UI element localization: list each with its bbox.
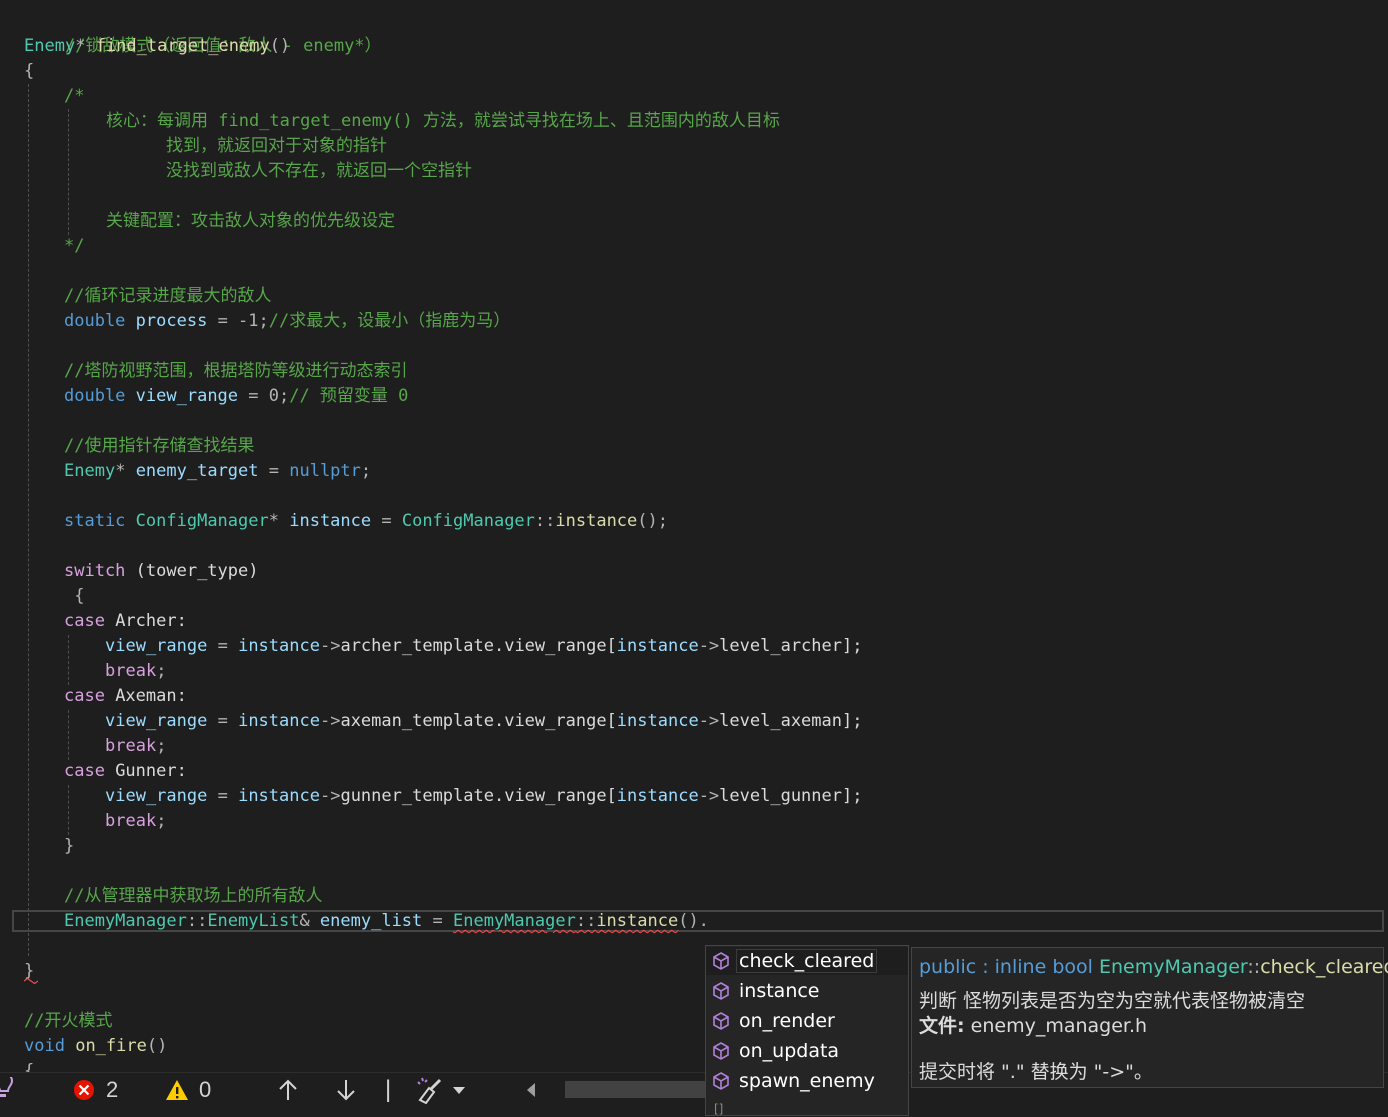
arrow-up-icon[interactable]: [277, 1073, 299, 1107]
indent-guide: [28, 84, 29, 956]
completion-item[interactable]: on_render: [706, 1007, 908, 1035]
code-line[interactable]: case Gunner:: [64, 759, 187, 784]
code-line[interactable]: case Archer:: [64, 609, 187, 634]
code-line[interactable]: //塔防视野范围，根据塔防等级进行动态索引: [64, 359, 407, 384]
code-line[interactable]: {: [64, 584, 84, 609]
completion-item-label: spawn_enemy: [739, 1070, 875, 1092]
code-line[interactable]: break;: [105, 734, 166, 759]
code-line[interactable]: */: [64, 234, 84, 259]
indent-guide: [68, 785, 69, 835]
completion-item-label: on_render: [739, 1010, 835, 1032]
method-cube-icon: [713, 952, 729, 970]
function-name: find_target_enemy: [95, 36, 270, 56]
code-line[interactable]: switch (tower_type): [64, 559, 258, 584]
signature-line: public : inline bool EnemyManager::check…: [919, 956, 1388, 978]
quick-info-tooltip: public : inline bool EnemyManager::check…: [911, 947, 1388, 1088]
code-line[interactable]: //使用指针存储查找结果: [64, 434, 254, 459]
indent-guide: [68, 635, 69, 685]
code-line[interactable]: //开火模式: [24, 1009, 112, 1034]
code-line[interactable]: double process = -1;//求最大，设最小（指鹿为马）: [64, 309, 510, 334]
code-line[interactable]: view_range = instance->axeman_template.v…: [105, 709, 862, 734]
intellisense-completion-list[interactable]: check_cleared instance on_render on_updatas…: [705, 945, 909, 1116]
code-line[interactable]: //锁敌模式（返回值：敌人 - enemy*）: [24, 9, 382, 56]
error-squiggle: EnemyManager::instance: [453, 911, 679, 931]
warning-count-button[interactable]: 0: [165, 1073, 211, 1107]
code-line[interactable]: Enemy* enemy_target = nullptr;: [64, 459, 371, 484]
horizontal-scrollbar-thumb[interactable]: [565, 1081, 715, 1098]
code-line[interactable]: 核心：每调用 find_target_enemy() 方法，就尝试寻找在场上、且…: [106, 109, 780, 134]
code-line[interactable]: 关键配置：攻击敌人对象的优先级设定: [106, 209, 395, 234]
code-line[interactable]: //从管理器中获取场上的所有敌人: [64, 884, 322, 909]
completion-item[interactable]: check_cleared: [706, 947, 908, 975]
code-line[interactable]: view_range = instance->archer_template.v…: [105, 634, 862, 659]
code-line[interactable]: break;: [105, 659, 166, 684]
completion-item-label: on_updata: [739, 1040, 840, 1062]
completion-item[interactable]: spawn_enemy: [706, 1067, 908, 1095]
code-line[interactable]: {: [24, 59, 34, 84]
completion-filter-footer[interactable]: []: [714, 1102, 723, 1116]
method-cube-icon: [713, 1042, 729, 1060]
code-line-current[interactable]: EnemyManager::EnemyList& enemy_list = En…: [64, 909, 709, 934]
code-line[interactable]: view_range = instance->gunner_template.v…: [105, 784, 862, 809]
code-editor[interactable]: //锁敌模式（返回值：敌人 - enemy*） Enemy* find_targ…: [0, 0, 1388, 1072]
error-squiggle: [24, 978, 38, 984]
code-line[interactable]: 找到，就返回对于对象的指针: [166, 134, 387, 159]
code-line[interactable]: static ConfigManager* instance = ConfigM…: [64, 509, 668, 534]
toolbar-separator: |: [385, 1076, 392, 1103]
warning-count: 0: [199, 1077, 212, 1102]
code-line[interactable]: 没找到或敌人不存在，就返回一个空指针: [166, 159, 472, 184]
code-line[interactable]: }: [64, 834, 74, 859]
code-line[interactable]: /*: [64, 84, 84, 109]
commit-hint: 提交时将 "." 替换为 "->"。: [919, 1061, 1153, 1083]
lightbulb-icon[interactable]: [0, 1073, 14, 1107]
type-enemy: Enemy: [24, 36, 76, 56]
method-cube-icon: [713, 1072, 729, 1090]
code-line[interactable]: //循环记录进度最大的敌人: [64, 284, 271, 309]
warning-icon: [166, 1080, 188, 1100]
method-description: 判断 怪物列表是否为空为空就代表怪物被清空: [919, 990, 1306, 1012]
method-cube-icon: [713, 982, 729, 1000]
code-line[interactable]: {: [24, 1059, 34, 1072]
code-cleanup-button[interactable]: [416, 1073, 466, 1107]
completion-item-label: instance: [739, 980, 820, 1002]
method-cube-icon: [713, 1012, 729, 1030]
scroll-left-icon[interactable]: [524, 1073, 538, 1107]
code-line[interactable]: case Axeman:: [64, 684, 187, 709]
error-count: 2: [106, 1077, 119, 1102]
indent-guide: [68, 710, 69, 760]
code-line[interactable]: break;: [105, 809, 166, 834]
completion-item[interactable]: on_updata: [706, 1037, 908, 1065]
code-line[interactable]: Enemy* find_target_enemy(): [24, 34, 290, 59]
completion-item-label: check_cleared: [735, 949, 878, 973]
error-count-button[interactable]: 2: [72, 1073, 118, 1107]
code-line[interactable]: double view_range = 0;// 预留变量 0: [64, 384, 408, 409]
error-icon: [74, 1080, 94, 1100]
cleanup-brush-icon: [417, 1077, 442, 1104]
dropdown-icon[interactable]: [452, 1085, 466, 1095]
file-info: 文件: enemy_manager.h: [919, 1015, 1148, 1037]
indent-guide: [68, 109, 69, 235]
arrow-down-icon[interactable]: [335, 1073, 357, 1107]
code-line[interactable]: void on_fire(): [24, 1034, 167, 1059]
completion-item[interactable]: instance: [706, 977, 908, 1005]
